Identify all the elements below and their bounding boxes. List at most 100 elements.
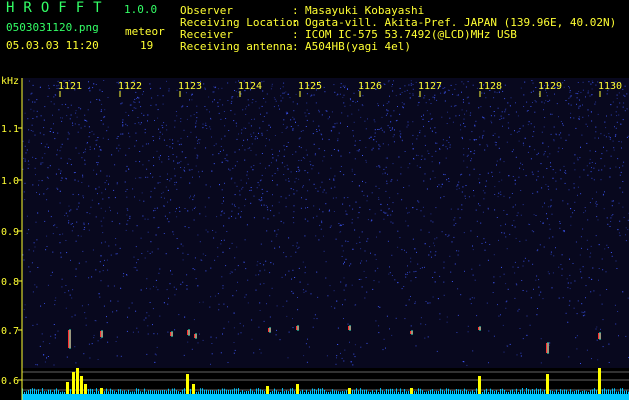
noise-dot xyxy=(527,151,529,153)
noise-dot xyxy=(437,186,438,188)
noise-dot xyxy=(258,326,260,328)
noise-dot xyxy=(189,182,191,184)
noise-dot xyxy=(591,167,592,169)
noise-dot xyxy=(339,93,341,95)
noise-dot xyxy=(568,86,570,87)
noise-dot xyxy=(620,171,622,173)
version: 1.0.0 xyxy=(124,3,158,16)
noise-dot xyxy=(136,225,138,227)
noise-dot xyxy=(251,319,253,321)
noise-dot xyxy=(29,271,31,273)
noise-dot xyxy=(417,155,419,156)
noise-dot xyxy=(446,148,448,150)
noise-dot xyxy=(232,167,234,169)
noise-dot xyxy=(95,188,97,190)
noise-dot xyxy=(234,90,235,91)
noise-dot xyxy=(591,278,593,280)
noise-dot xyxy=(68,205,70,207)
noise-dot xyxy=(61,104,63,106)
noise-dot xyxy=(304,272,306,274)
noise-dot xyxy=(147,333,149,335)
noise-dot xyxy=(238,207,240,209)
histogram-bar xyxy=(486,388,487,394)
noise-dot xyxy=(586,142,588,144)
noise-dot xyxy=(292,129,294,131)
noise-dot xyxy=(184,208,186,209)
noise-dot xyxy=(610,155,612,157)
noise-dot xyxy=(528,121,530,123)
noise-dot xyxy=(576,97,578,99)
noise-dot xyxy=(405,304,407,306)
noise-dot xyxy=(581,311,583,313)
noise-dot xyxy=(316,271,318,273)
noise-dot xyxy=(54,304,56,306)
noise-dot xyxy=(270,210,272,212)
noise-dot xyxy=(258,132,259,134)
noise-dot xyxy=(165,124,167,126)
noise-dot xyxy=(91,130,93,132)
noise-dot xyxy=(350,99,351,101)
noise-dot xyxy=(412,134,414,136)
noise-dot xyxy=(311,168,313,170)
noise-dot xyxy=(476,315,478,317)
info-sep: : xyxy=(292,40,299,53)
noise-dot xyxy=(612,101,614,103)
noise-dot xyxy=(547,146,549,148)
histogram-spike xyxy=(84,384,87,394)
meteor-echo-halo xyxy=(297,325,299,331)
noise-dot xyxy=(229,247,231,249)
noise-dot xyxy=(497,107,499,109)
noise-dot xyxy=(375,141,377,143)
noise-dot xyxy=(580,193,582,195)
noise-dot xyxy=(333,290,335,292)
noise-dot xyxy=(259,127,261,129)
noise-dot xyxy=(261,134,263,136)
noise-dot xyxy=(460,129,462,131)
noise-dot xyxy=(461,81,463,83)
noise-dot xyxy=(305,115,307,117)
noise-dot xyxy=(508,175,510,177)
noise-dot xyxy=(581,303,583,305)
noise-dot xyxy=(542,176,544,178)
noise-dot xyxy=(46,143,48,145)
noise-dot xyxy=(416,208,418,210)
noise-dot xyxy=(534,100,536,102)
noise-dot xyxy=(386,212,388,214)
noise-dot xyxy=(553,126,555,128)
noise-dot xyxy=(606,115,607,117)
noise-dot xyxy=(243,127,245,129)
noise-dot xyxy=(221,276,223,278)
noise-dot xyxy=(605,127,607,129)
noise-dot xyxy=(84,160,86,161)
noise-dot xyxy=(514,261,516,263)
histogram-bar xyxy=(398,391,399,394)
noise-dot xyxy=(47,284,49,286)
noise-dot xyxy=(345,285,347,287)
noise-dot xyxy=(215,143,217,145)
noise-dot xyxy=(615,166,617,168)
noise-dot xyxy=(470,160,472,162)
noise-dot xyxy=(227,362,229,363)
noise-dot xyxy=(558,297,560,299)
histogram-bar xyxy=(274,388,275,394)
noise-dot xyxy=(463,101,464,103)
noise-dot xyxy=(40,305,42,307)
noise-dot xyxy=(424,158,426,160)
noise-dot xyxy=(341,357,343,359)
histogram-bar xyxy=(400,388,401,394)
histogram-bar xyxy=(468,391,469,394)
noise-dot xyxy=(378,325,380,327)
noise-dot xyxy=(400,136,401,138)
noise-dot xyxy=(145,176,147,178)
noise-dot xyxy=(319,186,321,188)
noise-dot xyxy=(188,227,190,229)
histogram-spike xyxy=(66,382,69,394)
noise-dot xyxy=(506,248,508,250)
noise-dot xyxy=(70,164,72,166)
noise-dot xyxy=(461,209,463,211)
noise-dot xyxy=(37,364,38,366)
noise-dot xyxy=(107,269,109,271)
noise-dot xyxy=(59,242,61,244)
noise-dot xyxy=(82,250,84,252)
noise-dot xyxy=(517,266,519,268)
